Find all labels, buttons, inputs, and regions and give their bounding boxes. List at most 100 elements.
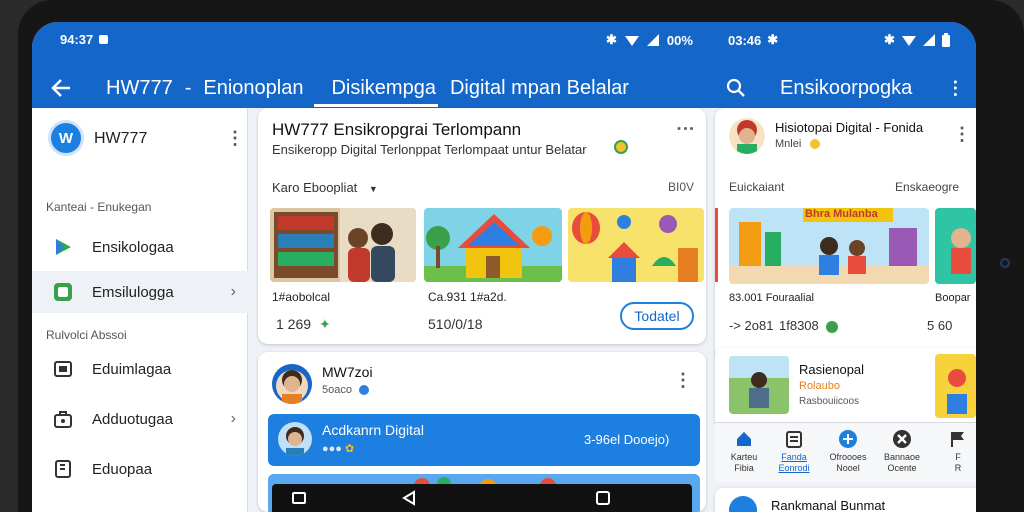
filter-right-label: BI0V: [668, 180, 695, 194]
thumbnail-library[interactable]: [270, 208, 416, 282]
bluetooth-icon: ✱: [767, 32, 779, 47]
tablet-screen: 94:37 ✱ 00% 03:46 ✱ ✱ HW777 - Enionoplan…: [32, 22, 976, 512]
sidebar-section-header: Rulvolci Abssoi: [46, 328, 127, 342]
sidebar-item-eduimlagaa[interactable]: Eduimlagaa: [32, 348, 248, 390]
thumbnail-classroom[interactable]: Bhra Mulanba: [729, 208, 929, 284]
back-arrow-icon[interactable]: [50, 77, 72, 99]
thumbnail-label: Bhra Mulanba: [805, 208, 878, 220]
tab-enionoplan[interactable]: Enionoplan: [203, 77, 303, 100]
avatar: [729, 496, 757, 512]
thumbnail-caption: Boopar: [935, 292, 971, 304]
card-more-icon[interactable]: ⋮: [675, 120, 696, 138]
right-card-subtitle: Mnlei: [775, 138, 821, 150]
verified-icon: [359, 385, 370, 396]
status-bar-right: 03:46 ✱: [728, 32, 778, 48]
sidebar-item-emsilulogga[interactable]: Emsilulogga ›: [32, 271, 248, 313]
wifi-icon: [624, 36, 639, 46]
chevron-right-icon: ›: [230, 410, 236, 427]
tab-disikempga[interactable]: Disikempga: [331, 77, 435, 100]
thumbnail-caption: 1#aobolcal: [272, 290, 331, 304]
bottom-nav-tools[interactable]: Bannaoe Ocente: [873, 429, 931, 474]
thumbnail-caption: 83.001 Fouraalial: [729, 292, 815, 304]
sparkle-icon: ✦: [318, 316, 331, 332]
bottom-nav-create[interactable]: Ofroooes Nooel: [819, 429, 877, 474]
sidebar-item-ensikologaa[interactable]: Ensikologaa: [32, 226, 248, 268]
bottom-nav-fanda[interactable]: Fanda Eonrodi: [765, 429, 823, 474]
sidebar-item-label: Ensikologaa: [92, 238, 174, 256]
status-bar-left: 94:37: [60, 32, 109, 47]
briefcase-icon: [52, 408, 74, 430]
overview-icon[interactable]: [596, 491, 610, 505]
featured-card: HW777 Ensikropgrai Terlompann Ensikeropp…: [258, 108, 706, 344]
play-icon: [52, 236, 74, 258]
filter-label: Karo Eboopliat: [272, 180, 358, 195]
wifi-icon: [901, 36, 916, 46]
chevron-right-icon: ›: [230, 283, 236, 300]
list-item[interactable]: Rankmanal Bunmat: [715, 488, 976, 512]
emoji-icon: [810, 139, 821, 150]
sidebar-item-label: Eduopaa: [92, 460, 153, 478]
list-title: Rankmanal Bunmat: [771, 498, 886, 512]
post-banner[interactable]: Acdkanrn Digital ●●● ✿ 3-96el Dooejo): [268, 414, 700, 466]
clipboard-icon: [784, 429, 804, 449]
right-featured-card: Hisiotopai Digital - Fonida Mnlei ⋮ Euic…: [715, 108, 976, 362]
bluetooth-icon: ✱: [606, 32, 617, 47]
battery-icon: [941, 33, 950, 47]
banner-title: Acdkanrn Digital: [322, 422, 424, 438]
avatar[interactable]: [272, 364, 312, 404]
list-thumbnail: [729, 356, 789, 414]
right-card-more-icon[interactable]: ⋮: [953, 124, 971, 145]
signal-icon: [922, 34, 935, 46]
filter-dropdown[interactable]: Karo Eboopliat ▼: [272, 180, 378, 195]
active-tab-indicator: [314, 104, 438, 107]
right-card-title: Hisiotopai Digital - Fonida: [775, 120, 924, 135]
thumbnail-partial[interactable]: [935, 208, 976, 284]
stat-views: 1 269 ✦: [276, 316, 331, 332]
right-card-label: Euickaiant: [729, 180, 785, 194]
card-title: HW777 Ensikropgrai Terlompann: [272, 120, 522, 139]
post-more-icon[interactable]: ⋮: [674, 370, 692, 391]
book-icon: [52, 458, 74, 480]
status-time-right: 03:46: [728, 32, 762, 48]
more-options-icon[interactable]: ⋮: [946, 78, 964, 99]
app-title: HW777: [106, 76, 173, 99]
sidebar-more-icon[interactable]: ⋮: [226, 128, 244, 149]
bottom-navigation: Karteu Fibia Fanda Eonrodi Ofroooes Nooe…: [715, 422, 976, 482]
banner-avatar: [278, 422, 312, 456]
avatar[interactable]: [729, 118, 765, 154]
search-icon[interactable]: [726, 78, 746, 98]
thumbnail-house[interactable]: [424, 208, 562, 282]
stat-count: 510/0/18: [428, 316, 483, 332]
sidebar-item-label: Adduotugaa: [92, 410, 173, 428]
back-icon[interactable]: [402, 490, 416, 506]
todatel-button[interactable]: Todatel: [620, 302, 694, 330]
sidebar: W HW777 ⋮ Kanteai - Enukegan Ensikologaa…: [32, 108, 248, 512]
stat-views: -> 2o81: [729, 318, 774, 333]
tab-digital-belalar[interactable]: Digital mpan Belalar: [450, 77, 629, 100]
banner-right-text: 3-96el Dooejo): [584, 432, 670, 447]
list-meta: Rasbouiicoos: [799, 396, 860, 407]
tools-icon: [892, 429, 912, 449]
post-author: MW7zoi: [322, 364, 373, 380]
check-badge-icon: [826, 320, 839, 333]
recents-icon[interactable]: [292, 492, 306, 504]
bottom-nav-flag[interactable]: F R: [929, 429, 976, 474]
app-bar-right: Ensikoorpogka ⋮: [726, 68, 964, 108]
sidebar-item-eduopaa[interactable]: Eduopaa: [32, 448, 248, 490]
front-camera: [1000, 258, 1010, 268]
scroll-edge: [715, 208, 718, 282]
battery-level: 00%: [666, 32, 693, 48]
list-title: Rasienopal: [799, 362, 865, 377]
signal-icon: [646, 34, 659, 46]
thumbnail-balloons[interactable]: [568, 208, 704, 282]
tablet-icon: [52, 281, 74, 303]
sidebar-item-label: Emsilulogga: [92, 283, 174, 301]
sidebar-title: HW777: [94, 130, 148, 147]
sidebar-item-adduotugaa[interactable]: Adduotugaa ›: [32, 398, 248, 440]
list-item[interactable]: Rasienopal Rolaubo Rasbouiicoos: [715, 348, 976, 424]
sidebar-section-header: Kanteai - Enukegan: [46, 200, 152, 214]
screen-icon: [52, 358, 74, 380]
bluetooth-icon: ✱: [884, 32, 895, 47]
emoji-icon: [614, 140, 628, 154]
app-bar-left: HW777 - Enionoplan Disikempga Digital mp…: [50, 68, 629, 108]
